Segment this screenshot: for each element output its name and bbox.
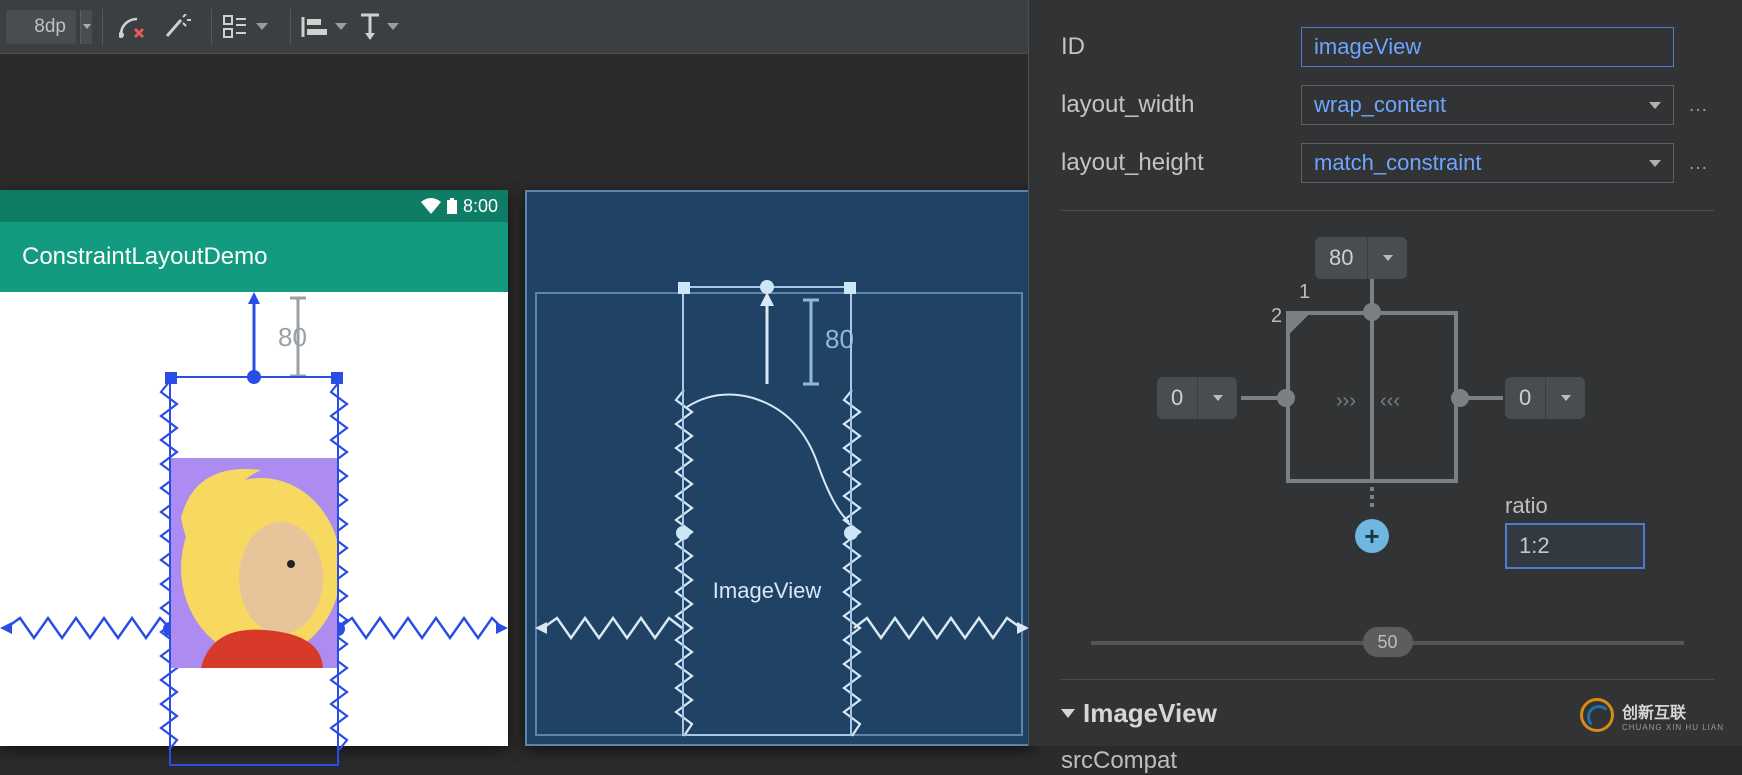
attr-row-layout-height: layout_height match_constraint …	[1061, 134, 1714, 192]
attr-value-layout-width: wrap_content	[1314, 92, 1446, 118]
margin-left-dropdown[interactable]	[1197, 377, 1237, 419]
constraint-handle-top[interactable]	[760, 280, 774, 294]
design-body[interactable]: 80	[0, 292, 508, 746]
ratio-input[interactable]: 1:2	[1505, 523, 1645, 569]
blueprint-imageview[interactable]: ImageView	[682, 286, 852, 736]
chevron-down-icon	[1649, 160, 1661, 167]
statusbar-time: 8:00	[463, 196, 498, 217]
resize-handle-nw[interactable]	[678, 282, 690, 294]
resize-handle-ne[interactable]	[844, 282, 856, 294]
align-dropdown[interactable]	[301, 15, 347, 39]
selected-imageview[interactable]	[169, 376, 339, 766]
watermark-text-2: CHUANG XIN HU LIAN	[1622, 723, 1724, 732]
blueprint-surface[interactable]: 80 ImageView	[525, 190, 1033, 746]
attr-combo-layout-width[interactable]: wrap_content	[1301, 85, 1674, 125]
attr-row-layout-width: layout_width wrap_content …	[1061, 76, 1714, 134]
toolbar-separator	[211, 9, 212, 45]
constraint-handle-top[interactable]	[247, 370, 261, 384]
attr-label-layout-width: layout_width	[1061, 91, 1301, 119]
default-margin-dropdown[interactable]	[80, 10, 92, 44]
watermark-text-1: 创新互联	[1622, 699, 1724, 723]
attrs-divider	[1061, 210, 1714, 211]
margin-right-value: 0	[1505, 385, 1545, 411]
pack-dropdown[interactable]	[222, 13, 268, 41]
attr-label-srccompat: srcCompat	[1061, 747, 1714, 775]
ratio-value: 1:2	[1519, 533, 1550, 559]
pack-icon	[222, 13, 250, 41]
blueprint-element-label: ImageView	[713, 578, 821, 604]
margin-left-value: 0	[1157, 385, 1197, 411]
watermark-logo-icon	[1580, 698, 1614, 732]
clear-constraints-icon	[119, 15, 147, 39]
infer-constraints-button[interactable]	[157, 8, 197, 46]
constraint-handle-left[interactable]	[676, 526, 690, 540]
imageview-content	[171, 458, 337, 668]
app-title: ConstraintLayoutDemo	[22, 243, 267, 271]
design-toolbar: 8dp	[0, 0, 1028, 54]
chevron-down-icon	[256, 23, 268, 30]
margin-left-pill[interactable]: 0	[1157, 377, 1237, 419]
design-surface[interactable]: 8:00 ConstraintLayoutDemo	[0, 190, 508, 746]
add-bottom-constraint-button[interactable]: +	[1355, 519, 1389, 553]
triangle-down-icon	[1061, 709, 1075, 718]
margin-right-dropdown[interactable]	[1545, 377, 1585, 419]
magic-wand-icon	[163, 14, 191, 40]
attr-row-id: ID imageView	[1061, 18, 1714, 76]
watermark: 创新互联 CHUANG XIN HU LIAN	[1580, 698, 1724, 732]
horizontal-bias-slider[interactable]: 50	[1091, 631, 1684, 655]
attrs-divider	[1061, 679, 1714, 680]
avatar-illustration-icon	[171, 458, 337, 668]
attr-input-id[interactable]: imageView	[1301, 27, 1674, 67]
toolbar-separator	[290, 9, 291, 45]
wifi-icon	[421, 198, 441, 214]
layout-editor-canvas[interactable]: 8:00 ConstraintLayoutDemo	[0, 190, 1028, 746]
section-header-label: ImageView	[1083, 698, 1217, 729]
align-left-icon	[301, 15, 329, 39]
more-options-layout-height[interactable]: …	[1684, 152, 1714, 175]
chevron-down-icon	[387, 23, 399, 30]
plus-icon: +	[1364, 521, 1379, 552]
attr-value-id: imageView	[1314, 34, 1421, 60]
guideline-icon	[359, 13, 381, 41]
battery-icon	[447, 198, 457, 214]
design-margin-top-label: 80	[278, 322, 307, 353]
ratio-label: ratio	[1505, 493, 1548, 519]
margin-right-pill[interactable]: 0	[1505, 377, 1585, 419]
chevron-down-icon	[1213, 395, 1223, 401]
attr-combo-layout-height[interactable]: match_constraint	[1301, 143, 1674, 183]
chevron-down-icon	[1649, 102, 1661, 109]
constraint-handle-right[interactable]	[844, 526, 858, 540]
chevron-down-icon	[1561, 395, 1571, 401]
device-appbar: ConstraintLayoutDemo	[0, 222, 508, 292]
resize-handle-ne[interactable]	[331, 372, 343, 384]
constraint-widget: 80 1 2 ››› ‹‹‹ 0	[1061, 231, 1715, 611]
guidelines-dropdown[interactable]	[359, 13, 399, 41]
device-statusbar: 8:00	[0, 190, 508, 222]
default-margin-value: 8dp	[34, 16, 66, 38]
resize-handle-nw[interactable]	[165, 372, 177, 384]
more-options-layout-width[interactable]: …	[1684, 94, 1714, 117]
attributes-panel: ID imageView layout_width wrap_content ……	[1028, 0, 1742, 746]
attr-label-id: ID	[1061, 33, 1301, 61]
clear-constraints-button[interactable]	[113, 8, 153, 46]
slider-thumb[interactable]: 50	[1363, 627, 1413, 657]
attr-label-layout-height: layout_height	[1061, 149, 1301, 177]
chevron-down-icon	[335, 23, 347, 30]
attr-value-layout-height: match_constraint	[1314, 150, 1482, 176]
slider-value: 50	[1377, 632, 1397, 653]
default-margin-input[interactable]: 8dp	[6, 10, 76, 44]
toolbar-separator	[102, 9, 103, 45]
